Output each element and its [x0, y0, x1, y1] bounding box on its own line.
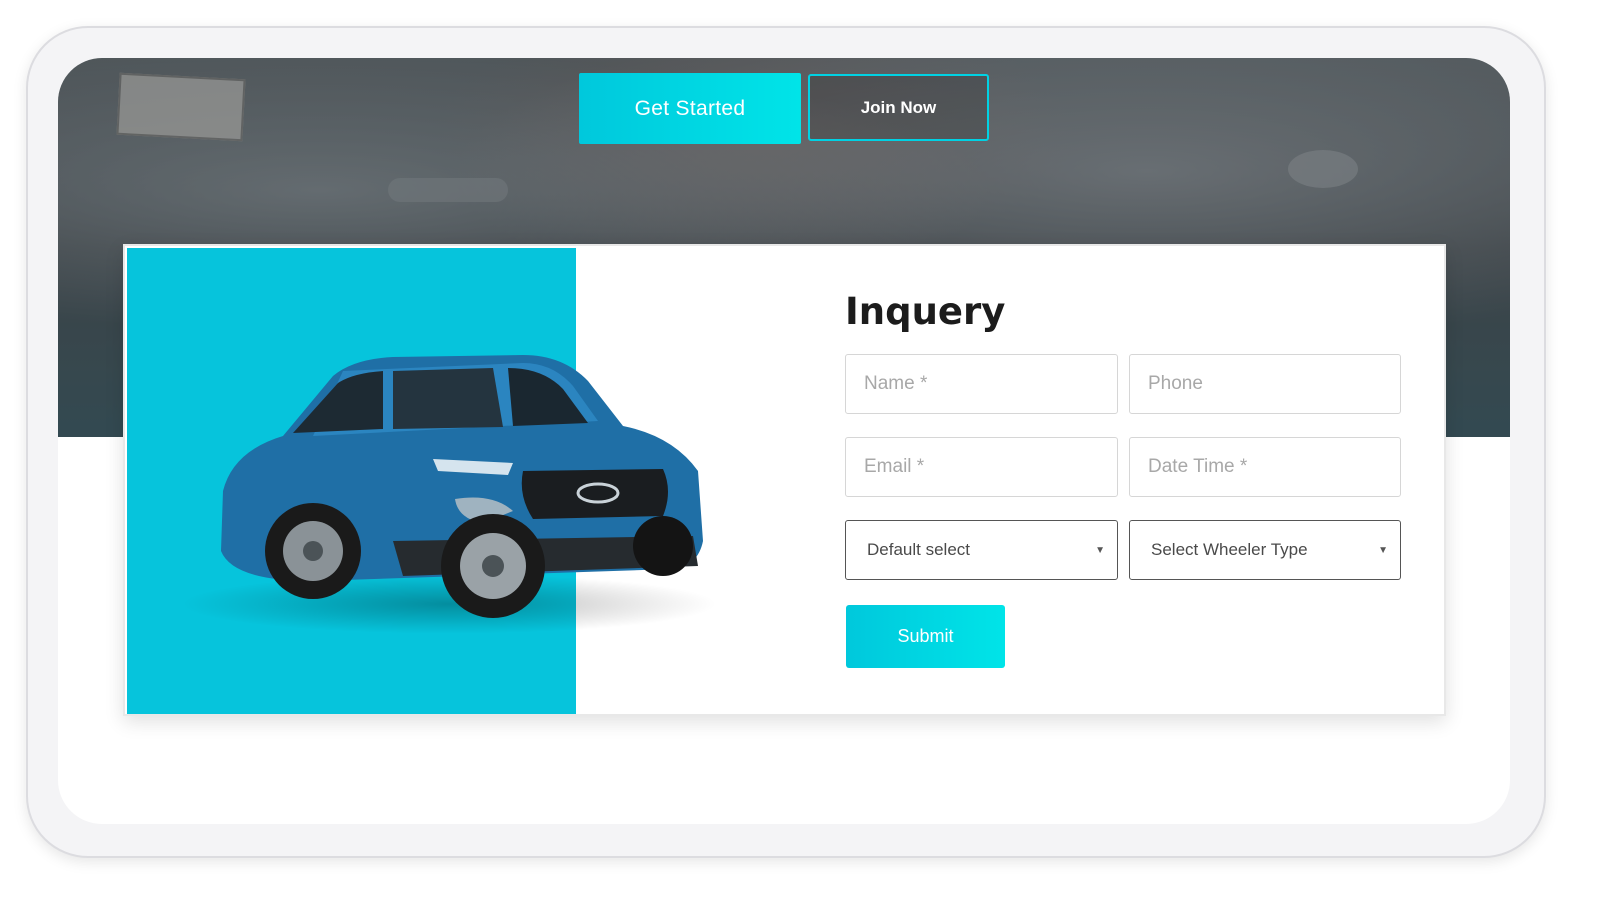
- get-started-button[interactable]: Get Started: [579, 73, 801, 144]
- default-select[interactable]: Default select ▼: [845, 520, 1118, 580]
- join-now-button[interactable]: Join Now: [808, 74, 989, 141]
- phone-placeholder: Phone: [1148, 373, 1203, 394]
- wheeler-type-value: Select Wheeler Type: [1151, 540, 1308, 559]
- datetime-input[interactable]: Date Time *: [1129, 437, 1401, 497]
- email-placeholder: Email *: [864, 456, 925, 477]
- submit-button[interactable]: Submit: [846, 605, 1005, 668]
- wheeler-type-select[interactable]: Select Wheeler Type ▼: [1129, 520, 1401, 580]
- form-title: Inquery: [845, 290, 1006, 333]
- datetime-placeholder: Date Time *: [1148, 456, 1248, 477]
- email-input[interactable]: Email *: [845, 437, 1118, 497]
- inquiry-card: Inquery Name * Phone Email * Date Time *…: [123, 244, 1446, 716]
- chevron-down-icon: ▼: [1378, 545, 1388, 556]
- name-placeholder: Name *: [864, 373, 928, 394]
- name-input[interactable]: Name *: [845, 354, 1118, 414]
- car-image: [221, 355, 703, 618]
- page-screen: Get Started Join Now Inquery Name * Phon…: [58, 58, 1510, 824]
- phone-input[interactable]: Phone: [1129, 354, 1401, 414]
- default-select-value: Default select: [867, 540, 970, 559]
- chevron-down-icon: ▼: [1095, 545, 1105, 556]
